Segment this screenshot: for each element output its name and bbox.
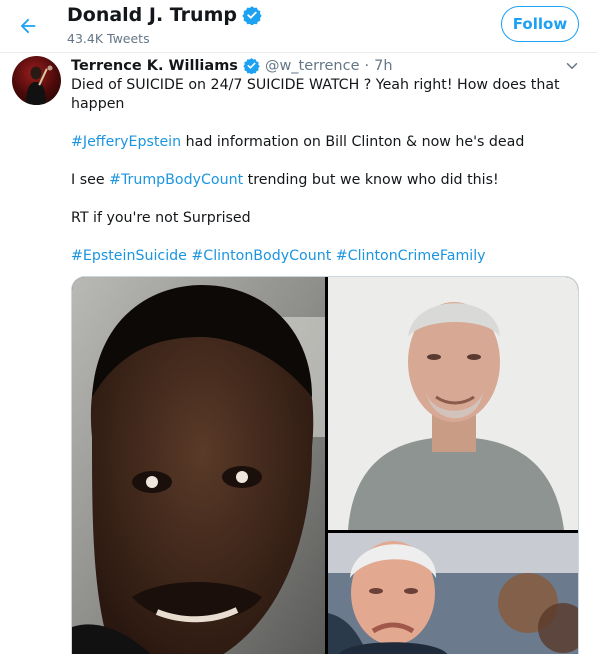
hashtag-link[interactable]: #TrumpBodyCount (109, 172, 243, 188)
hashtag-link[interactable]: #ClintonCrimeFamily (336, 248, 486, 264)
profile-name: Donald J. Trump (67, 4, 237, 26)
profile-header: Donald J. Trump 43.4K Tweets Follow (0, 0, 597, 53)
tweet-text-line: #JefferyEpstein had information on Bill … (71, 133, 524, 152)
tweet-text-line: Died of SUICIDE on 24/7 SUICIDE WATCH ? … (71, 77, 560, 93)
tweet-text-line: RT if you're not Surprised (71, 210, 251, 226)
hashtag-link[interactable]: #EpsteinSuicide (71, 248, 187, 264)
profile-title: Donald J. Trump (67, 4, 262, 26)
tweet-media-grid (71, 276, 579, 654)
follow-button[interactable]: Follow (501, 6, 579, 42)
verified-badge-icon (242, 6, 262, 25)
tweet-text-line: happen (71, 96, 125, 112)
tweet-text: had information on Bill Clinton & now he… (181, 134, 525, 150)
avatar[interactable] (12, 56, 61, 105)
media-photo-top-right[interactable] (328, 277, 578, 530)
tweet-text: I see (71, 172, 110, 188)
arrow-left-icon (20, 18, 36, 34)
tweet-text-line: I see #TrumpBodyCount trending but we kn… (71, 171, 499, 190)
photo-portrait (328, 533, 578, 654)
separator-dot: · (364, 57, 370, 74)
back-button[interactable] (10, 8, 46, 44)
tweet-text: trending but we know who did this! (243, 172, 499, 188)
tweet-menu-button[interactable] (563, 57, 581, 75)
tweet-header: Terrence K. Williams @w_terrence · 7h (71, 57, 393, 74)
hashtag-link[interactable]: #ClintonBodyCount (191, 248, 331, 264)
tweet-author-handle[interactable]: @w_terrence (265, 58, 360, 74)
avatar-image (26, 65, 53, 105)
chevron-down-icon (566, 63, 578, 70)
tweets-count: 43.4K Tweets (67, 31, 150, 46)
hashtag-link[interactable]: #JefferyEpstein (71, 134, 181, 150)
media-photo-left[interactable] (72, 277, 325, 654)
photo-mugshot (328, 277, 578, 530)
hashtag-line: #EpsteinSuicide #ClintonBodyCount #Clint… (71, 247, 486, 266)
photo-man-in-car (72, 277, 325, 654)
verified-badge-icon (243, 58, 260, 74)
tweet-time[interactable]: 7h (374, 58, 392, 74)
tweet-author-name[interactable]: Terrence K. Williams (71, 58, 238, 74)
media-photo-bottom-right[interactable] (328, 533, 578, 654)
